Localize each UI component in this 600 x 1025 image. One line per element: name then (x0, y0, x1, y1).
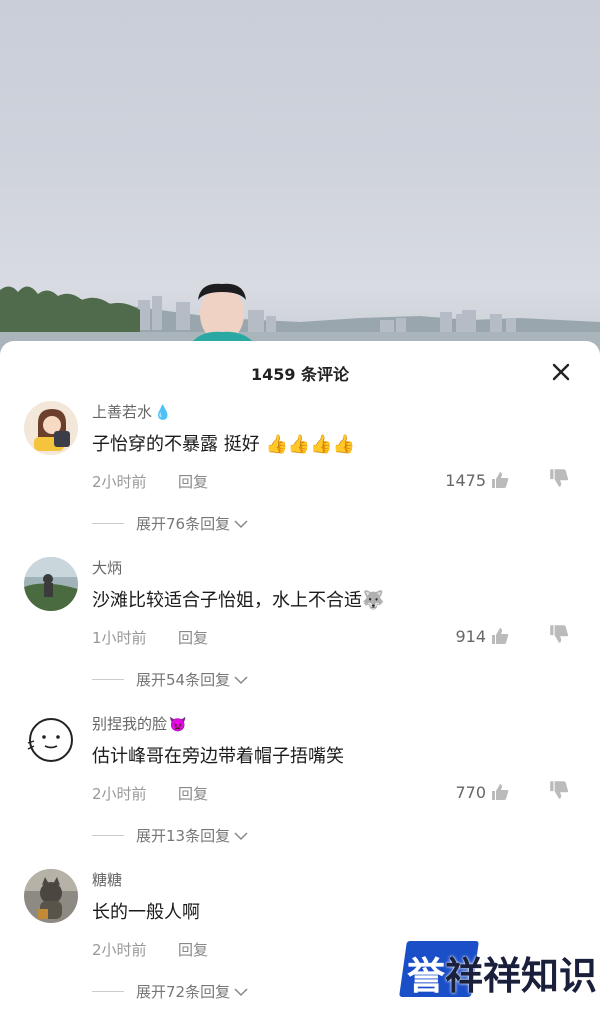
sky-skyline-image (0, 283, 600, 360)
divider-line (92, 835, 124, 836)
comment-username[interactable]: 别捏我的脸 👿 (92, 713, 186, 734)
like-button[interactable]: 770 (455, 781, 510, 803)
divider-line (92, 991, 124, 992)
like-count: 914 (455, 626, 486, 646)
reply-button[interactable]: 回复 (178, 939, 208, 960)
avatar[interactable] (24, 869, 78, 923)
comment-text: 子怡穿的不暴露 挺好 👍👍👍👍 (92, 434, 356, 455)
like-count: 1475 (445, 470, 486, 490)
comment-username[interactable]: 大炳 (92, 557, 124, 578)
dislike-button[interactable] (548, 779, 570, 801)
comment-sheet-header: 1459 条评论 (0, 341, 600, 401)
expand-replies-button[interactable]: 展开54条回复 (92, 669, 248, 690)
chevron-down-icon (234, 519, 248, 528)
comment-username[interactable]: 糖糖 (92, 869, 124, 890)
comment-text: 估计峰哥在旁边带着帽子捂嘴笑 (92, 746, 344, 767)
divider-line (92, 523, 124, 524)
expand-replies-button[interactable]: 展开76条回复 (92, 513, 248, 534)
thumbs-down-icon (550, 625, 569, 643)
reply-button[interactable]: 回复 (178, 627, 208, 648)
avatar[interactable] (24, 713, 78, 767)
comment-item: 大炳 沙滩比较适合子怡姐，水上不合适🐺 1小时前 回复 914 展开54条回复 (0, 557, 600, 713)
avatar[interactable] (24, 401, 78, 455)
divider-line (92, 679, 124, 680)
thumbs-down-icon (550, 781, 569, 799)
comment-item: 别捏我的脸 👿 估计峰哥在旁边带着帽子捂嘴笑 2小时前 回复 770 展开13条回… (0, 713, 600, 869)
comment-text: 长的一般人啊 (92, 902, 200, 923)
thumbs-up-icon (492, 784, 509, 800)
like-count: 770 (455, 782, 486, 802)
chevron-down-icon (234, 675, 248, 684)
close-icon (552, 363, 570, 381)
watermark-logo: 誉祥祥知识 (399, 941, 597, 998)
thumbs-up-icon (492, 472, 509, 488)
comment-time: 2小时前 (92, 785, 147, 803)
comment-count-title: 1459 条评论 (250, 365, 350, 384)
thumbs-up-icon (492, 628, 509, 644)
comment-time: 2小时前 (92, 941, 147, 959)
like-button[interactable]: 914 (455, 625, 510, 647)
avatar[interactable] (24, 557, 78, 611)
close-button[interactable] (548, 359, 574, 385)
comment-item: 上善若水 💧 子怡穿的不暴露 挺好 👍👍👍👍 2小时前 回复 1475 展开76条… (0, 401, 600, 557)
comment-time: 2小时前 (92, 473, 147, 491)
reply-button[interactable]: 回复 (178, 471, 208, 492)
dislike-button[interactable] (548, 623, 570, 645)
thumbs-down-icon (550, 469, 569, 487)
expand-replies-button[interactable]: 展开72条回复 (92, 981, 248, 1002)
like-button[interactable]: 1475 (445, 469, 510, 491)
expand-replies-button[interactable]: 展开13条回复 (92, 825, 248, 846)
dislike-button[interactable] (548, 467, 570, 489)
chevron-down-icon (234, 987, 248, 996)
logo-text: 誉祥祥知识 (407, 954, 598, 998)
chevron-down-icon (234, 831, 248, 840)
reply-button[interactable]: 回复 (178, 783, 208, 804)
comment-text: 沙滩比较适合子怡姐，水上不合适🐺 (92, 590, 385, 611)
video-background (0, 0, 600, 360)
comment-sheet: 1459 条评论 上善若水 💧 子怡穿的不暴露 挺好 👍👍👍👍 2小时前 回复 1… (0, 341, 600, 1019)
comment-time: 1小时前 (92, 629, 147, 647)
comment-username[interactable]: 上善若水 💧 (92, 401, 171, 422)
